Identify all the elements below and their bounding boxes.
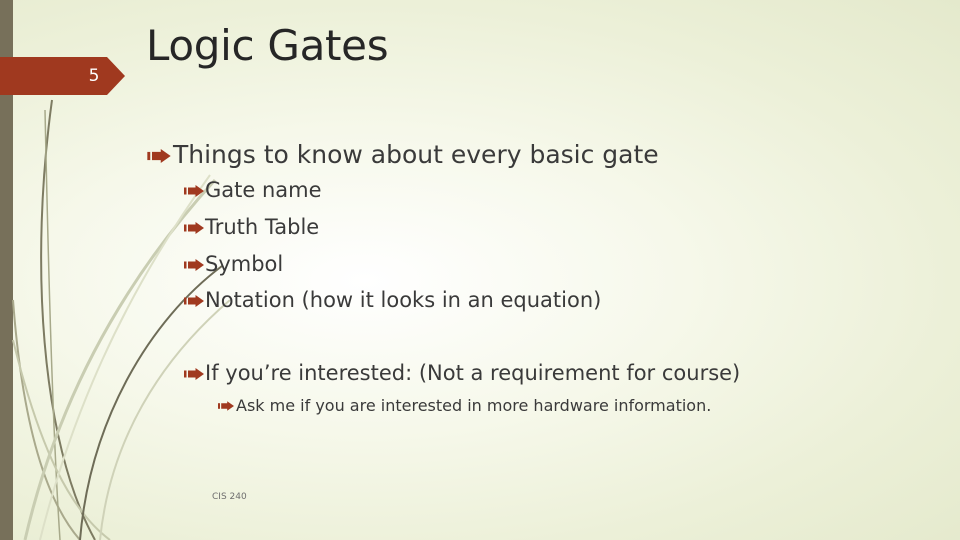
arrow-right-icon xyxy=(218,395,234,417)
bullet-item: Things to know about every basic gate xyxy=(146,139,659,171)
arrow-right-icon xyxy=(184,176,204,204)
bullet-item: If you’re interested: (Not a requirement… xyxy=(184,359,740,387)
arrow-right-icon xyxy=(146,139,172,171)
bullet-text: If you’re interested: (Not a requirement… xyxy=(205,361,741,385)
arrow-right-icon xyxy=(184,359,204,387)
bullet-item: Symbol xyxy=(184,250,283,278)
bullet-text: Things to know about every basic gate xyxy=(173,140,659,169)
slide-number: 5 xyxy=(88,66,100,86)
slide-number-tab xyxy=(0,57,125,95)
bullet-item: Notation (how it looks in an equation) xyxy=(184,286,601,314)
bullet-text: Ask me if you are interested in more har… xyxy=(236,396,712,415)
arrow-right-icon xyxy=(184,250,204,278)
bullet-text: Notation (how it looks in an equation) xyxy=(205,288,602,312)
bullet-item: Ask me if you are interested in more har… xyxy=(218,395,711,417)
slide-title: Logic Gates xyxy=(146,21,389,70)
bullet-text: Symbol xyxy=(205,252,284,276)
bullet-text: Truth Table xyxy=(205,215,320,239)
slide-footer: CIS 240 xyxy=(212,492,247,502)
arrow-right-icon xyxy=(184,213,204,241)
slide: 5 Logic Gates Things to know about every… xyxy=(0,0,960,540)
bullet-item: Truth Table xyxy=(184,213,319,241)
decorative-curves xyxy=(12,99,231,540)
bullet-item: Gate name xyxy=(184,176,322,204)
bullet-text: Gate name xyxy=(205,178,322,202)
arrow-right-icon xyxy=(184,286,204,314)
